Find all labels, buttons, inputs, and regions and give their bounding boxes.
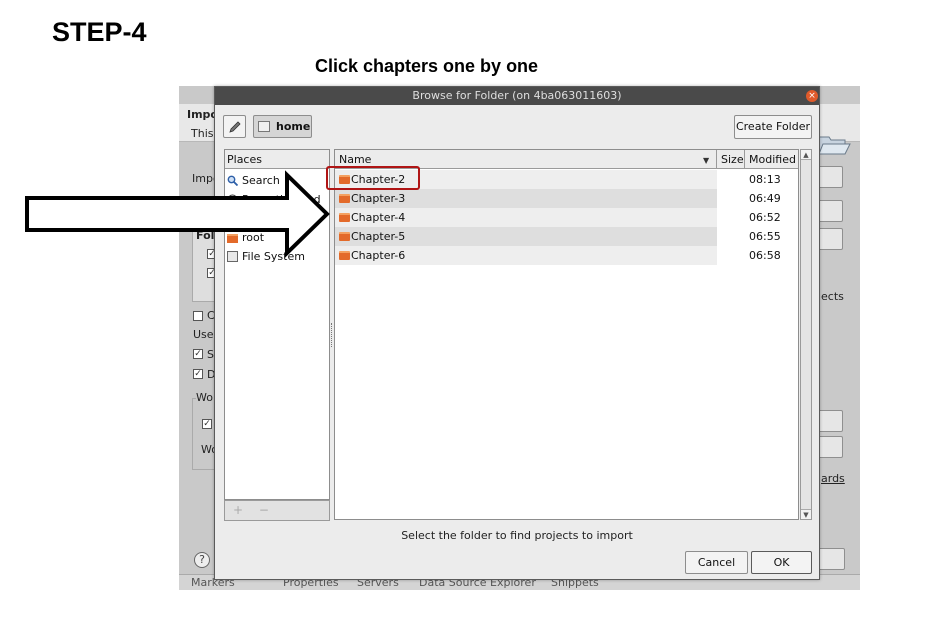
scroll-up-icon[interactable]: ▲ xyxy=(801,150,811,160)
folder-modified: 06:55 xyxy=(749,230,781,243)
folder-row[interactable]: Chapter-5 06:55 xyxy=(335,227,798,246)
breadcrumb-home-button[interactable]: home xyxy=(253,115,312,138)
highlight-box xyxy=(326,166,420,190)
file-list-scrollbar[interactable]: ▲ ▼ xyxy=(800,149,812,520)
create-folder-button[interactable]: Create Folder xyxy=(734,115,812,139)
instruction-text: Click chapters one by one xyxy=(315,56,539,76)
folder-name: Chapter-5 xyxy=(351,230,406,243)
browse-for-folder-dialog: Browse for Folder (on 4ba063011603) × ho… xyxy=(214,86,820,580)
pencil-icon xyxy=(228,121,241,133)
help-icon[interactable]: ? xyxy=(194,552,210,568)
column-header-modified[interactable]: Modified xyxy=(745,150,798,169)
page-heading: STEP-4 xyxy=(52,17,147,47)
edit-location-button[interactable] xyxy=(223,115,246,138)
folder-modified: 08:13 xyxy=(749,173,781,186)
folder-row[interactable]: Chapter-6 06:58 xyxy=(335,246,798,265)
bg-button[interactable] xyxy=(817,548,845,570)
folder-modified: 06:49 xyxy=(749,192,781,205)
column-header-modified-label: Modified xyxy=(749,153,796,166)
bg-button[interactable] xyxy=(817,200,843,222)
column-header-size-label: Size xyxy=(721,153,744,166)
folder-icon xyxy=(339,213,350,222)
scroll-down-icon[interactable]: ▼ xyxy=(801,509,811,519)
folder-icon xyxy=(339,232,350,241)
bg-checkbox-s[interactable]: ✓ xyxy=(193,349,203,359)
column-header-name-label: Name xyxy=(339,153,372,166)
bg-label-use: Use xyxy=(193,328,214,341)
ok-button[interactable]: OK xyxy=(751,551,812,574)
close-icon[interactable]: × xyxy=(806,90,818,102)
column-header-size[interactable]: Size xyxy=(717,150,745,169)
bg-label-ects: ects xyxy=(821,290,844,303)
bg-button[interactable] xyxy=(817,166,843,188)
folder-icon xyxy=(339,251,350,260)
folder-modified: 06:52 xyxy=(749,211,781,224)
bg-checkbox-d[interactable]: ✓ xyxy=(193,369,203,379)
folder-row[interactable]: Chapter-3 06:49 xyxy=(335,189,798,208)
bg-link-wizards[interactable]: ards xyxy=(821,472,845,485)
open-folder-icon xyxy=(818,136,851,155)
bg-checkbox-c[interactable] xyxy=(193,311,203,321)
file-list: Name ▼ Size Modified Chapter-2 08:13 Cha… xyxy=(334,149,799,520)
sort-descending-icon[interactable]: ▼ xyxy=(703,156,709,165)
bg-label-this: This xyxy=(191,127,214,140)
folder-name: Chapter-4 xyxy=(351,211,406,224)
dialog-title: Browse for Folder (on 4ba063011603) xyxy=(412,89,622,102)
folder-icon xyxy=(339,194,350,203)
dialog-titlebar[interactable]: Browse for Folder (on 4ba063011603) × xyxy=(215,87,819,105)
folder-name: Chapter-6 xyxy=(351,249,406,262)
bg-button[interactable] xyxy=(817,436,843,458)
folder-name: Chapter-3 xyxy=(351,192,406,205)
places-header[interactable]: Places xyxy=(225,150,329,169)
bg-checkbox[interactable]: ✓ xyxy=(202,419,212,429)
bg-button[interactable] xyxy=(817,410,843,432)
bg-button[interactable] xyxy=(817,228,843,250)
folder-row[interactable]: Chapter-4 06:52 xyxy=(335,208,798,227)
folder-modified: 06:58 xyxy=(749,249,781,262)
breadcrumb-home-label: home xyxy=(276,120,311,133)
home-folder-icon xyxy=(258,121,270,132)
pane-splitter-handle[interactable] xyxy=(331,323,333,347)
cancel-button[interactable]: Cancel xyxy=(685,551,748,574)
dialog-status-text: Select the folder to find projects to im… xyxy=(401,529,633,542)
pointer-arrow-icon xyxy=(25,170,330,258)
places-add-remove-bar[interactable]: + − xyxy=(224,500,330,521)
bg-label-s: S xyxy=(207,348,214,361)
